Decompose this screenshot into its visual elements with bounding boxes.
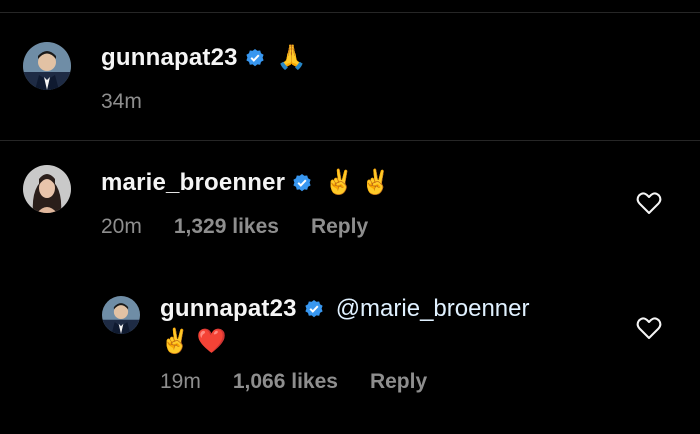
avatar[interactable] xyxy=(102,296,140,334)
username[interactable]: marie_broenner xyxy=(101,169,285,197)
likes-count[interactable]: 1,066 likes xyxy=(233,370,338,394)
verified-badge-icon xyxy=(246,48,264,66)
verified-badge-icon xyxy=(293,173,311,191)
username[interactable]: gunnapat23 xyxy=(160,295,297,323)
like-heart-icon[interactable] xyxy=(636,191,662,215)
likes-count[interactable]: 1,329 likes xyxy=(174,215,279,239)
comment-text: 🙏 xyxy=(276,44,307,71)
caption-divider xyxy=(0,140,700,141)
reply-button[interactable]: Reply xyxy=(370,370,427,394)
comments-screen: gunnapat23 🙏 34m marie_broenner ✌️ ✌️ 20… xyxy=(0,0,700,434)
username[interactable]: gunnapat23 xyxy=(101,44,238,72)
verified-badge-icon xyxy=(305,300,323,318)
comment-text: ✌️ ❤️ xyxy=(160,328,227,355)
comment-time: 20m xyxy=(101,215,142,238)
comment-time: 19m xyxy=(160,370,201,393)
comment-time: 34m xyxy=(101,90,142,113)
mention-link[interactable]: @marie_broenner xyxy=(336,295,530,323)
reply-button[interactable]: Reply xyxy=(311,215,368,239)
like-heart-icon[interactable] xyxy=(636,316,662,340)
comment-text: ✌️ ✌️ xyxy=(324,169,391,196)
avatar[interactable] xyxy=(23,42,71,90)
top-divider xyxy=(0,12,700,13)
avatar[interactable] xyxy=(23,165,71,213)
